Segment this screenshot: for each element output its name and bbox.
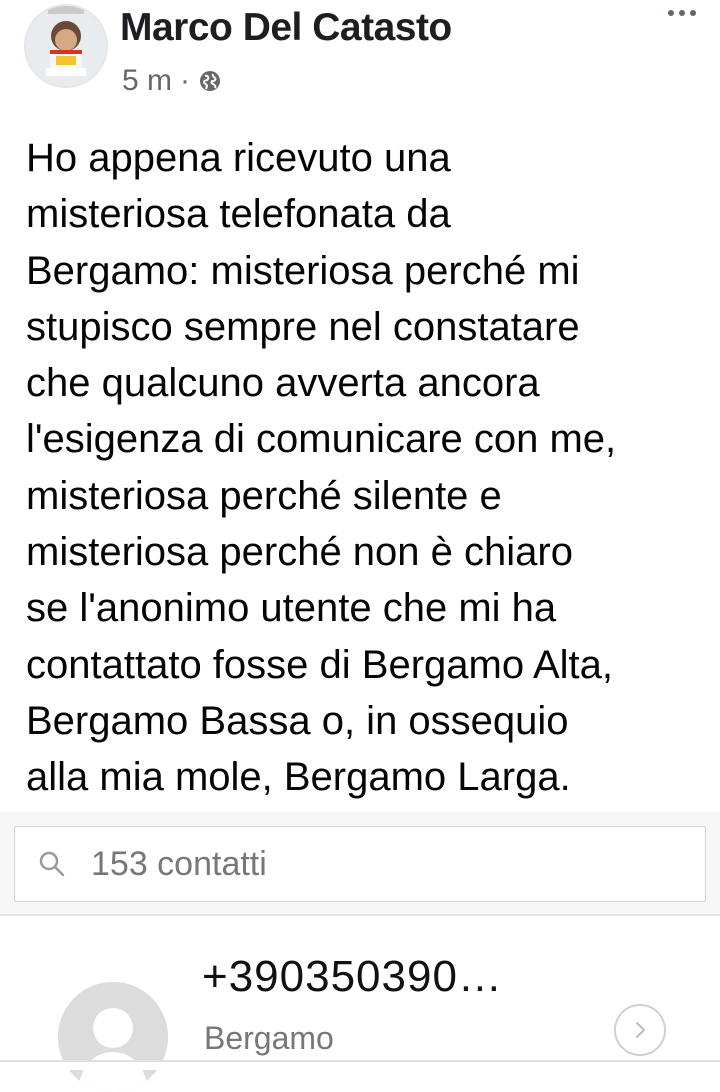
post-time[interactable]: 5 m (122, 64, 172, 98)
author-avatar[interactable] (24, 4, 108, 88)
post-body: Ho appena ricevuto una misteriosa telefo… (26, 136, 617, 800)
post-meta: 5 m · (122, 64, 222, 98)
globe-icon (200, 71, 221, 91)
contact-details-button[interactable] (614, 1004, 666, 1056)
more-dot (668, 10, 674, 16)
contact-location: Bergamo (204, 1020, 334, 1056)
contacts-panel: 153 contatti +390350390… Bergamo (0, 812, 720, 1092)
more-options-button[interactable] (668, 10, 696, 16)
author-name[interactable]: Marco Del Catasto (120, 6, 452, 50)
contact-avatar-placeholder (58, 982, 168, 1092)
search-icon (39, 851, 65, 877)
avatar-image (26, 6, 106, 86)
bottom-divider (0, 1060, 720, 1070)
chevron-right-icon (636, 1022, 645, 1038)
facebook-post: Marco Del Catasto 5 m · Ho appena ricevu… (0, 0, 720, 812)
meta-separator: · (180, 64, 191, 97)
contact-number: +390350390… (202, 952, 503, 1001)
more-dot (690, 10, 696, 16)
more-dot (679, 10, 685, 16)
contacts-search-field[interactable]: 153 contatti (14, 826, 706, 902)
person-icon (58, 982, 168, 1092)
search-placeholder: 153 contatti (91, 844, 267, 883)
contact-list-item[interactable]: +390350390… Bergamo (0, 916, 720, 1092)
